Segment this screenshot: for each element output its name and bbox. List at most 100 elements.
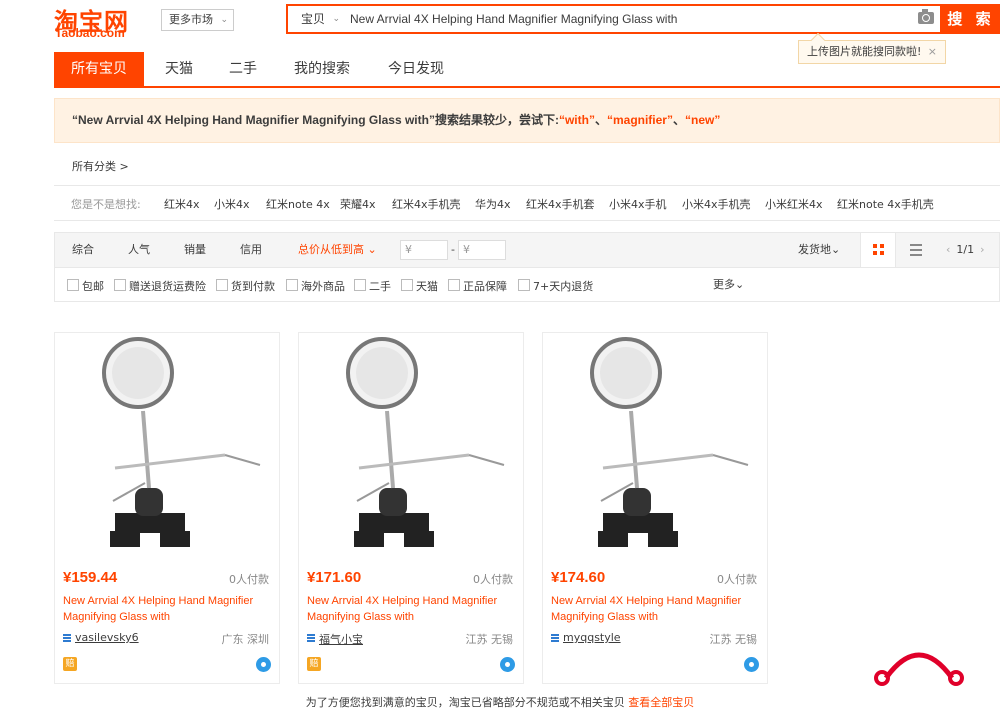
location: 广东 深圳 <box>221 633 270 646</box>
filter-free-shipping[interactable]: 包邮 <box>67 278 104 294</box>
search-input[interactable] <box>350 6 890 32</box>
chevron-down-icon: ⌄ <box>220 15 228 25</box>
filter-cod[interactable]: 货到付款 <box>216 278 275 294</box>
product-image[interactable] <box>543 333 767 557</box>
filter-tmall[interactable]: 天猫 <box>401 278 438 294</box>
product-price: ¥171.60 <box>307 569 362 586</box>
prev-page-icon[interactable]: ‹ <box>940 243 956 256</box>
tooltip-text: 上传图片就能搜同款啦! <box>807 45 922 58</box>
paid-count: 0人付款 <box>229 573 269 586</box>
shop-name[interactable]: vasilevsky6 <box>75 631 139 644</box>
suggest-item[interactable]: 红米4x <box>164 196 200 212</box>
suggest-item[interactable]: 红米note 4x手机壳 <box>837 196 934 212</box>
camera-icon[interactable] <box>918 9 934 24</box>
suggest-item[interactable]: 红米4x手机壳 <box>392 196 461 212</box>
filter-7day-return[interactable]: 7+天内退货 <box>518 278 593 294</box>
suggest-item[interactable]: 红米note 4x <box>266 196 330 212</box>
suggest-item[interactable]: 小米4x手机 <box>609 196 667 212</box>
product-price: ¥174.60 <box>551 569 606 586</box>
wangwang-chat-icon[interactable] <box>256 657 271 672</box>
next-page-icon[interactable]: › <box>974 243 990 256</box>
notice-sep: 、 <box>594 113 607 127</box>
filter-row: 包邮 赠送退货运费险 货到付款 海外商品 二手 天猫 正品保障 7+天内退货 更… <box>54 268 1000 302</box>
sort-sales[interactable]: 销量 <box>184 233 206 267</box>
product-price: ¥159.44 <box>63 569 118 586</box>
footer-note-text: 为了方便您找到满意的宝贝，淘宝已省略部分不规范或不相关宝贝 <box>305 696 629 709</box>
tabs-underline <box>54 86 1000 88</box>
suggestion-link-new[interactable]: “new” <box>685 113 720 127</box>
sort-price-asc[interactable]: 总价从低到高 ⌄ <box>298 233 377 267</box>
chevron-down-icon: ⌄ <box>332 14 340 24</box>
location: 江苏 无锡 <box>709 633 758 646</box>
search-button[interactable]: 搜 索 <box>942 4 1000 34</box>
price-max-input[interactable]: ¥ <box>458 240 506 260</box>
price-dash: - <box>451 243 455 256</box>
sort-popularity[interactable]: 人气 <box>128 233 150 267</box>
wangwang-chat-icon[interactable] <box>500 657 515 672</box>
list-view-icon[interactable] <box>910 244 922 256</box>
sort-default[interactable]: 综合 <box>72 233 94 267</box>
suggest-item[interactable]: 红米4x手机套 <box>526 196 595 212</box>
view-all-items-link[interactable]: 查看全部宝贝 <box>628 696 694 709</box>
product-card[interactable]: ¥174.60 0人付款 New Arrvial 4X Helping Hand… <box>542 332 768 684</box>
tab-all-items[interactable]: 所有宝贝 <box>54 52 144 86</box>
filters-more-button[interactable]: 更多⌄ <box>713 268 744 302</box>
sort-credit[interactable]: 信用 <box>240 233 262 267</box>
tab-today-discover[interactable]: 今日发现 <box>376 52 456 86</box>
more-markets-label: 更多市场 <box>169 13 213 26</box>
suggest-item[interactable]: 荣耀4x <box>340 196 376 212</box>
product-card[interactable]: ¥159.44 0人付款 New Arrvial 4X Helping Hand… <box>54 332 280 684</box>
more-markets-dropdown[interactable]: 更多市场 ⌄ <box>161 9 234 31</box>
few-results-notice: “New Arrvial 4X Helping Hand Magnifier M… <box>54 98 1000 143</box>
compensation-badge-icon[interactable]: 赔 <box>307 657 321 671</box>
product-image[interactable] <box>299 333 523 557</box>
price-min-input[interactable]: ¥ <box>400 240 448 260</box>
tab-my-search[interactable]: 我的搜索 <box>282 52 362 86</box>
search-type-label: 宝贝 <box>301 12 326 26</box>
shop-name[interactable]: myqqstyle <box>563 631 621 644</box>
did-you-mean-label: 您是不是想找: <box>71 198 141 211</box>
suggestion-link-magnifier[interactable]: “magnifier” <box>607 113 673 127</box>
shop-name[interactable]: 福气小宝 <box>319 631 363 647</box>
omitted-results-note: 为了方便您找到满意的宝贝，淘宝已省略部分不规范或不相关宝贝 查看全部宝贝 <box>0 694 1000 710</box>
suggest-item[interactable]: 小米4x手机壳 <box>682 196 751 212</box>
page-indicator: 1/1 <box>956 243 975 256</box>
suggest-item[interactable]: 小米4x <box>214 196 250 212</box>
grid-view-icon[interactable] <box>860 233 896 267</box>
taobao-logo-domain[interactable]: Taobao.com <box>55 26 125 40</box>
location: 江苏 无锡 <box>465 633 514 646</box>
watermark-logo-icon <box>874 652 964 686</box>
wangwang-chat-icon[interactable] <box>744 657 759 672</box>
sort-bar: 综合 人气 销量 信用 总价从低到高 ⌄ ¥ - ¥ 发货地⌄ ‹ 1/1 › <box>54 232 1000 268</box>
did-you-mean-row: 您是不是想找: 红米4x 小米4x 红米note 4x 荣耀4x 红米4x手机壳… <box>54 185 1000 221</box>
filter-return-insurance[interactable]: 赠送退货运费险 <box>114 278 206 294</box>
filter-overseas[interactable]: 海外商品 <box>286 278 345 294</box>
paid-count: 0人付款 <box>473 573 513 586</box>
product-image[interactable] <box>55 333 279 557</box>
suggest-item[interactable]: 华为4x <box>475 196 511 212</box>
suggestion-link-with[interactable]: “with” <box>559 113 595 127</box>
filter-genuine[interactable]: 正品保障 <box>448 278 507 294</box>
product-card[interactable]: ¥171.60 0人付款 New Arrvial 4X Helping Hand… <box>298 332 524 684</box>
search-type-dropdown[interactable]: 宝贝 ⌄ <box>288 6 346 32</box>
image-search-tooltip: 上传图片就能搜同款啦! × <box>798 32 946 64</box>
pager: ‹ 1/1 › <box>940 233 991 267</box>
close-icon[interactable]: × <box>928 41 937 63</box>
product-title[interactable]: New Arrvial 4X Helping Hand Magnifier Ma… <box>307 593 507 625</box>
paid-count: 0人付款 <box>717 573 757 586</box>
shop-icon <box>551 634 559 643</box>
product-title[interactable]: New Arrvial 4X Helping Hand Magnifier Ma… <box>63 593 263 625</box>
product-title[interactable]: New Arrvial 4X Helping Hand Magnifier Ma… <box>551 593 751 625</box>
ship-from-dropdown[interactable]: 发货地⌄ <box>798 233 840 267</box>
search-box: 宝贝 ⌄ <box>286 4 942 34</box>
shop-icon <box>307 634 315 643</box>
filter-second-hand[interactable]: 二手 <box>354 278 391 294</box>
tab-second-hand[interactable]: 二手 <box>214 52 272 86</box>
compensation-badge-icon[interactable]: 赔 <box>63 657 77 671</box>
suggest-item[interactable]: 小米红米4x <box>765 196 823 212</box>
shop-icon <box>63 634 71 643</box>
notice-query: “New Arrvial 4X Helping Hand Magnifier M… <box>72 113 559 127</box>
tab-tmall[interactable]: 天猫 <box>150 52 208 86</box>
notice-sep: 、 <box>672 113 685 127</box>
breadcrumb[interactable]: 所有分类 > <box>72 158 129 174</box>
